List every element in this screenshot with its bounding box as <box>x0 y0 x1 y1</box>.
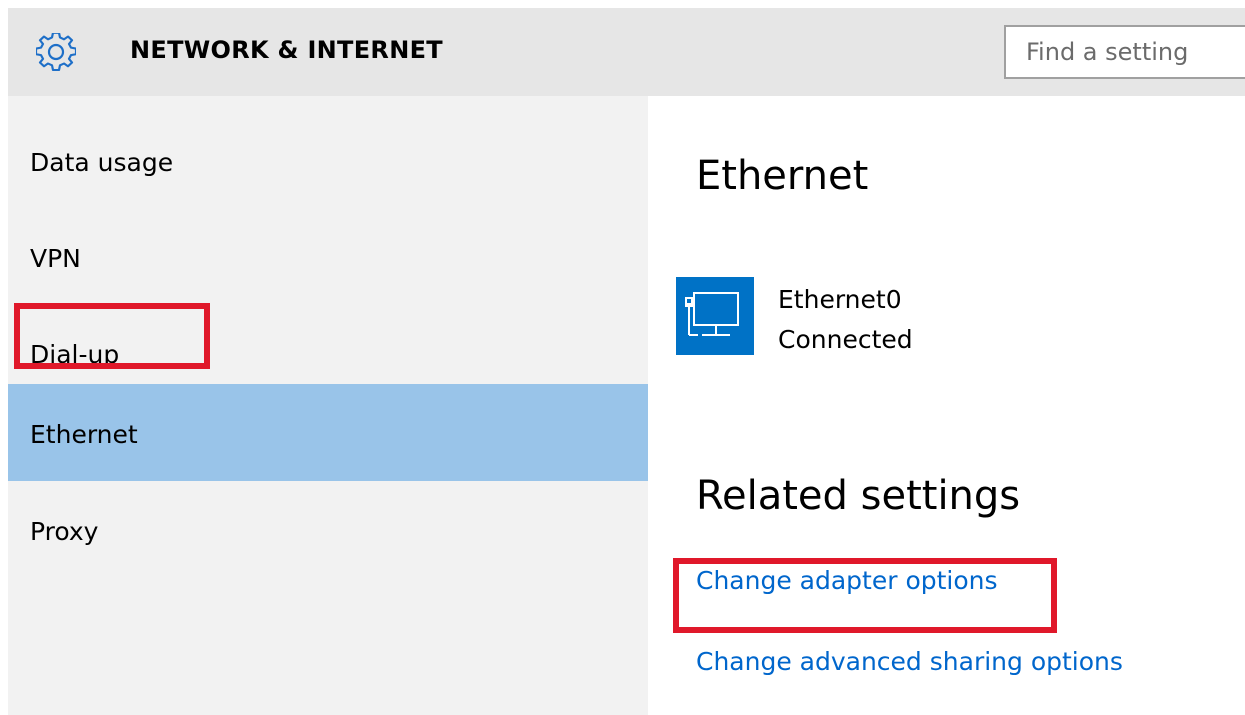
related-settings-title: Related settings <box>696 473 1021 519</box>
page-title: Ethernet <box>696 153 869 199</box>
settings-window: NETWORK & INTERNET Data usage VPN Dial-u… <box>0 0 1245 715</box>
sidebar-item-vpn[interactable]: VPN <box>8 192 648 288</box>
search-input[interactable] <box>1006 27 1245 77</box>
connection-name[interactable]: Ethernet0 <box>778 284 902 316</box>
header-bar: NETWORK & INTERNET <box>8 8 1245 96</box>
sidebar-item-label: Data usage <box>30 148 174 177</box>
main-content: Ethernet Ethernet0 Connected Related set… <box>648 96 1245 715</box>
search-box[interactable] <box>1004 25 1245 79</box>
sidebar: Data usage VPN Dial-up Ethernet Proxy <box>8 96 648 715</box>
sidebar-item-dial-up[interactable]: Dial-up <box>8 288 648 384</box>
sidebar-item-data-usage[interactable]: Data usage <box>8 96 648 192</box>
gear-icon <box>36 33 76 72</box>
sidebar-item-label: VPN <box>30 244 81 273</box>
ethernet-icon-graphic <box>685 292 739 336</box>
page-header-title: NETWORK & INTERNET <box>130 36 443 64</box>
ethernet-icon <box>676 277 754 355</box>
change-adapter-options-link[interactable]: Change adapter options <box>696 565 998 597</box>
sidebar-item-label: Ethernet <box>30 420 138 449</box>
sidebar-item-label: Proxy <box>30 517 99 546</box>
connection-status: Connected <box>778 325 913 354</box>
sidebar-item-label: Dial-up <box>30 340 120 369</box>
change-advanced-sharing-link[interactable]: Change advanced sharing options <box>696 646 1123 678</box>
sidebar-item-ethernet[interactable]: Ethernet <box>8 384 648 481</box>
sidebar-item-proxy[interactable]: Proxy <box>8 481 648 577</box>
